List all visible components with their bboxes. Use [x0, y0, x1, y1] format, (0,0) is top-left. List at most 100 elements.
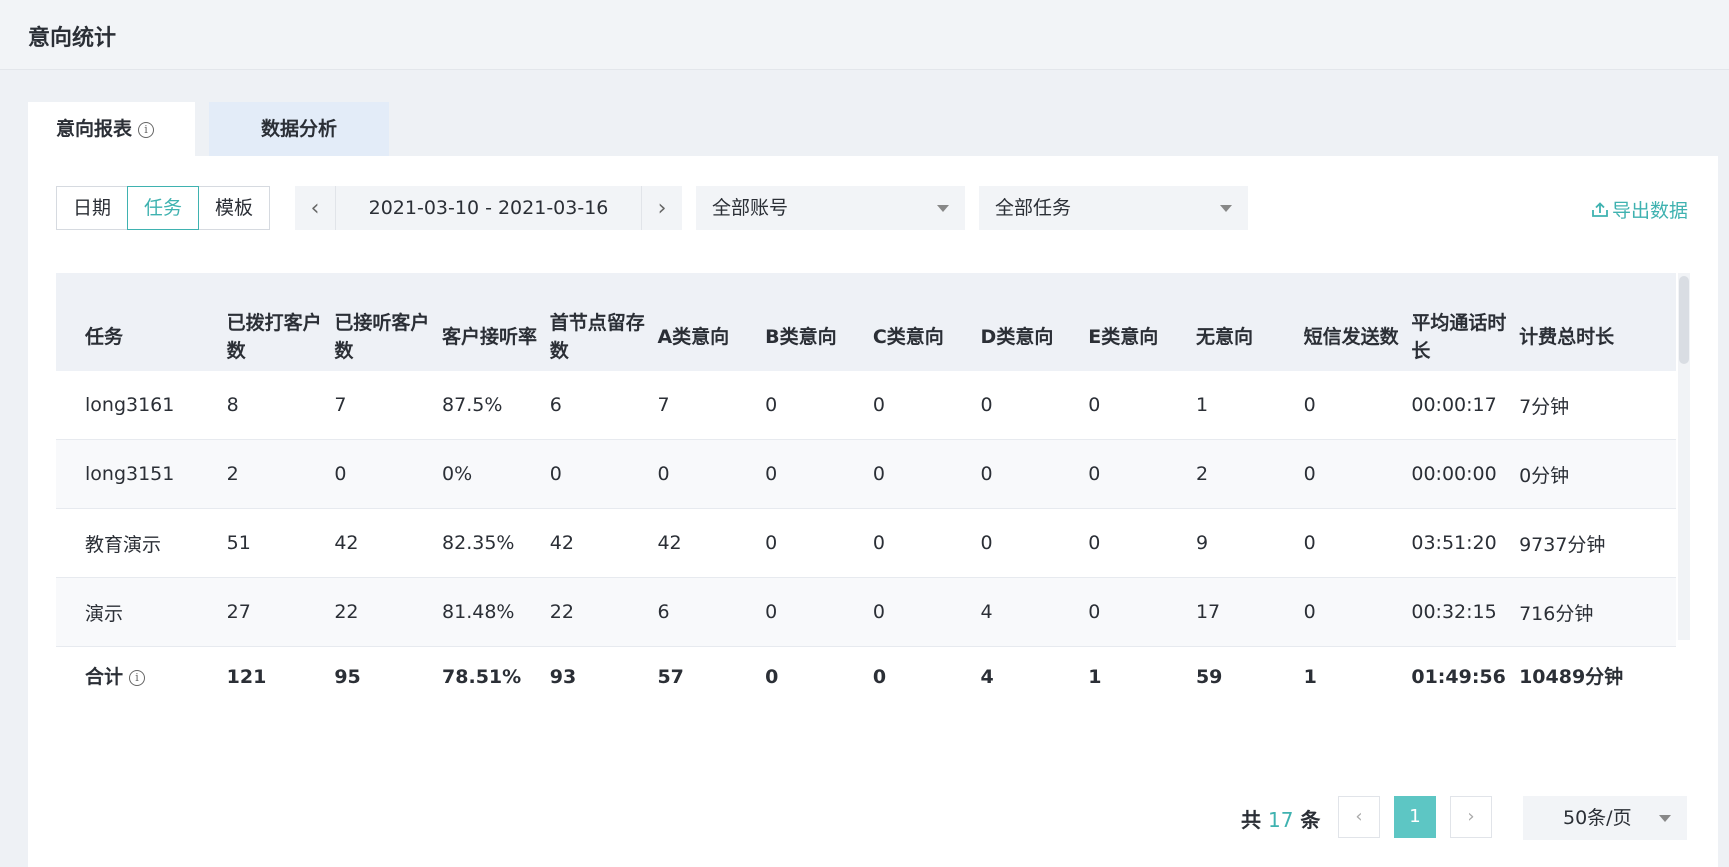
table-cell: 0% — [442, 439, 550, 509]
totals-cell: 57 — [657, 666, 684, 688]
table-cell: long3151 — [56, 439, 227, 509]
caret-down-icon — [937, 205, 949, 212]
caret-down-icon — [1659, 815, 1671, 822]
table-cell: 0 — [765, 439, 873, 509]
task-select-value: 全部任务 — [995, 197, 1072, 219]
chevron-right-icon[interactable]: › — [642, 196, 682, 221]
table-cell: 82.35% — [442, 508, 550, 578]
chevron-left-icon[interactable]: ‹ — [295, 196, 335, 221]
table-cell: 0 — [980, 439, 1089, 509]
column-header: 计费总时长 — [1519, 273, 1676, 371]
table-row: long3161 8 7 87.5% 6 7 0 0 0 0 1 0 00:00… — [56, 371, 1676, 440]
table-cell: 2 — [226, 439, 335, 509]
table-cell: 4 — [980, 577, 1089, 647]
group-by-segmented-control: 日期 任务 模板 — [56, 186, 271, 230]
totals-cell: 78.51% — [442, 666, 522, 688]
date-range-text[interactable]: 2021-03-10 - 2021-03-16 — [336, 197, 641, 219]
report-table-container: 任务 已拨打客户数 已接听客户数 客户接听率 首节点留存数 A类意向 B类意向 … — [56, 273, 1706, 741]
table-cell: 00:32:15 — [1411, 577, 1520, 647]
table-row: long3151 2 0 0% 0 0 0 0 0 0 2 0 00:00:00… — [56, 439, 1676, 509]
column-header: 无意向 — [1195, 273, 1304, 371]
table-cell: 87.5% — [442, 371, 550, 440]
column-header: D类意向 — [980, 273, 1089, 371]
table-cell: 7 — [334, 371, 443, 440]
total-count: 17 — [1267, 808, 1294, 832]
column-header: E类意向 — [1088, 273, 1196, 371]
table-cell: 42 — [657, 508, 766, 578]
table-cell: 0 — [872, 439, 981, 509]
prev-page-button[interactable]: ‹ — [1338, 796, 1380, 838]
totals-cell: 4 — [980, 666, 994, 688]
date-range-picker[interactable]: ‹ 2021-03-10 - 2021-03-16 › — [295, 186, 682, 230]
table-cell: 0 — [657, 439, 766, 509]
total-prefix: 共 — [1241, 808, 1261, 832]
page-size-select[interactable]: 50条/页 — [1523, 796, 1687, 840]
totals-cell: 0 — [872, 666, 887, 688]
totals-row: 合计 i 121 95 78.51% 93 57 0 0 4 1 59 1 01:… — [56, 647, 1676, 742]
table-cell: 0 — [1088, 439, 1196, 509]
table-cell: 0 — [1303, 577, 1412, 647]
column-header: 任务 — [56, 273, 227, 371]
segment-template[interactable]: 模板 — [198, 186, 271, 230]
segment-task[interactable]: 任务 — [127, 186, 200, 230]
tab-data-analysis[interactable]: 数据分析 — [209, 102, 389, 156]
table-cell: 0 — [1303, 439, 1412, 509]
caret-down-icon — [1220, 205, 1232, 212]
totals-cell: 0 — [765, 666, 779, 688]
column-header: C类意向 — [872, 273, 981, 371]
table-cell: 0 — [1303, 371, 1412, 440]
table-cell: 17 — [1195, 577, 1304, 647]
column-header: B类意向 — [765, 273, 873, 371]
table-cell: 演示 — [56, 577, 227, 647]
column-header: 首节点留存数 — [549, 273, 658, 371]
table-cell: 0 — [765, 371, 873, 440]
export-label: 导出数据 — [1611, 200, 1688, 222]
page-title: 意向统计 — [28, 26, 117, 51]
export-icon — [1592, 202, 1608, 217]
account-select[interactable]: 全部账号 — [696, 186, 965, 230]
table-cell: long3161 — [56, 371, 227, 440]
table-cell: 0分钟 — [1519, 439, 1676, 509]
table-cell: 0 — [1088, 508, 1196, 578]
table-cell: 0 — [549, 439, 658, 509]
table-cell: 6 — [657, 577, 766, 647]
table-cell: 81.48% — [442, 577, 550, 647]
table-header-row: 任务 已拨打客户数 已接听客户数 客户接听率 首节点留存数 A类意向 B类意向 … — [56, 273, 1676, 371]
segment-date[interactable]: 日期 — [56, 186, 129, 230]
report-table: 任务 已拨打客户数 已接听客户数 客户接听率 首节点留存数 A类意向 B类意向 … — [56, 273, 1676, 741]
table-cell: 7分钟 — [1519, 371, 1676, 440]
table-cell: 22 — [334, 577, 443, 647]
table-cell: 8 — [226, 371, 335, 440]
column-header: 已接听客户数 — [334, 273, 443, 371]
page-button-current[interactable]: 1 — [1394, 796, 1436, 838]
table-scrollbar[interactable] — [1678, 273, 1690, 640]
table-cell: 教育演示 — [56, 508, 227, 578]
table-cell: 0 — [1303, 508, 1412, 578]
table-cell: 0 — [872, 508, 981, 578]
page-size-value: 50条/页 — [1563, 807, 1632, 829]
column-header: 已拨打客户数 — [226, 273, 335, 371]
table-cell: 7 — [657, 371, 766, 440]
export-data-link[interactable]: 导出数据 — [1591, 196, 1688, 223]
report-panel: 日期 任务 模板 ‹ 2021-03-10 - 2021-03-16 › 全部账… — [28, 156, 1718, 867]
totals-cell: 95 — [334, 666, 361, 688]
task-select[interactable]: 全部任务 — [979, 186, 1248, 230]
totals-label: 合计 — [85, 666, 124, 688]
totals-cell: 93 — [549, 666, 577, 688]
column-header: 平均通话时长 — [1411, 273, 1520, 371]
table-cell: 27 — [226, 577, 335, 647]
scroll-thumb[interactable] — [1679, 276, 1689, 364]
tab-intent-report[interactable]: 意向报表 i — [28, 102, 195, 156]
totals-cell: 1 — [1303, 666, 1317, 688]
table-cell: 0 — [1088, 577, 1196, 647]
tab-label: 数据分析 — [260, 118, 337, 140]
table-cell: 0 — [334, 439, 443, 509]
info-icon[interactable]: i — [138, 121, 155, 138]
table-cell: 0 — [765, 577, 873, 647]
table-cell: 0 — [980, 508, 1089, 578]
info-icon[interactable]: i — [129, 669, 146, 686]
table-cell: 6 — [549, 371, 658, 440]
totals-cell: 59 — [1195, 666, 1223, 688]
next-page-button[interactable]: › — [1450, 796, 1492, 838]
table-cell: 9737分钟 — [1519, 508, 1676, 578]
